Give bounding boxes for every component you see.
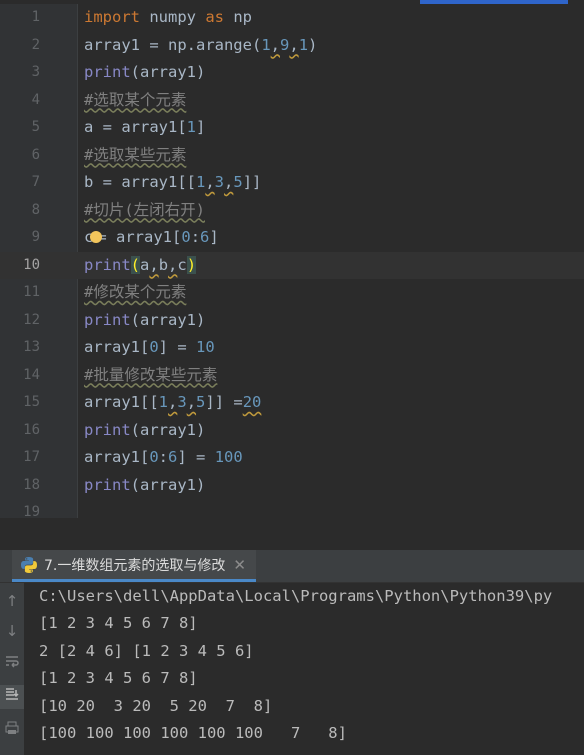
- code-line-6[interactable]: 6 #选取某些元素: [0, 142, 584, 170]
- code-line-4[interactable]: 4 #选取某个元素: [0, 87, 584, 115]
- line-number: 4: [31, 91, 40, 108]
- console-line: 2 [2 4 6] [1 2 3 4 5 6]: [39, 642, 254, 660]
- code-text[interactable]: import numpy as np: [84, 4, 252, 32]
- line-number: 5: [31, 119, 40, 135]
- code-line-14[interactable]: 14 #批量修改某些元素: [0, 362, 584, 390]
- code-text[interactable]: array1 = np.arange(1,9,1): [84, 32, 317, 60]
- soft-wrap-icon[interactable]: [0, 653, 24, 677]
- code-comment[interactable]: #批量修改某些元素: [84, 362, 217, 390]
- print-icon[interactable]: [0, 719, 24, 743]
- lightbulb-icon[interactable]: [90, 230, 103, 243]
- code-text[interactable]: b = array1[[1,3,5]]: [84, 169, 261, 197]
- line-number: 6: [31, 146, 40, 163]
- line-number: 12: [23, 311, 40, 328]
- code-text[interactable]: array1[0:6] = 100: [84, 444, 243, 472]
- code-line-17[interactable]: 17 array1[0:6] = 100: [0, 444, 584, 472]
- code-comment[interactable]: #切片(左闭右开): [84, 197, 205, 225]
- line-number: 7: [31, 174, 40, 190]
- python-icon: [21, 556, 37, 573]
- line-number: 10: [23, 256, 40, 273]
- console-line: [1 2 3 4 5 6 7 8]: [39, 614, 198, 632]
- code-line-7[interactable]: 7 b = array1[[1,3,5]]: [0, 169, 584, 197]
- line-number: 8: [31, 201, 40, 218]
- line-number: 15: [23, 394, 40, 410]
- code-line-3[interactable]: 3 print(array1): [0, 59, 584, 87]
- line-number: 9: [31, 229, 40, 245]
- line-number: 18: [23, 476, 40, 493]
- line-number: 19: [23, 504, 40, 518]
- scroll-to-end-icon[interactable]: [0, 685, 24, 709]
- run-tool-window-header: 7.一维数组元素的选取与修改 ✕: [0, 550, 584, 583]
- console-line: [100 100 100 100 100 100 7 8]: [39, 724, 347, 742]
- code-comment[interactable]: #修改某个元素: [84, 279, 186, 307]
- code-line-1[interactable]: 1 import numpy as np: [0, 4, 584, 32]
- code-line-15[interactable]: 15 array1[[1,3,5]] =20: [0, 389, 584, 417]
- line-number: 1: [31, 9, 40, 25]
- close-icon[interactable]: ✕: [233, 556, 246, 574]
- code-text[interactable]: print(array1): [84, 307, 205, 335]
- code-text[interactable]: print(array1): [84, 59, 205, 87]
- code-comment[interactable]: #选取某个元素: [84, 87, 186, 115]
- line-number: 17: [23, 449, 40, 465]
- code-text[interactable]: print(array1): [84, 417, 205, 445]
- console-line: [1 2 3 4 5 6 7 8]: [39, 669, 198, 687]
- code-text[interactable]: print(array1): [84, 472, 205, 500]
- line-number: 14: [23, 366, 40, 383]
- code-text[interactable]: array1[0] = 10: [84, 334, 215, 362]
- run-toolbar: ↑ ↓: [0, 583, 24, 755]
- code-line-16[interactable]: 16 print(array1): [0, 417, 584, 445]
- line-number: 11: [23, 284, 40, 300]
- console-output[interactable]: C:\Users\dell\AppData\Local\Programs\Pyt…: [24, 583, 584, 755]
- code-line-11[interactable]: 11 #修改某个元素: [0, 279, 584, 307]
- code-text[interactable]: a = array1[1]: [84, 114, 205, 142]
- code-text[interactable]: print(a,b,c): [84, 252, 197, 280]
- console-line: C:\Users\dell\AppData\Local\Programs\Pyt…: [39, 587, 553, 605]
- line-number: 3: [31, 64, 40, 80]
- line-number: 2: [31, 36, 40, 53]
- code-line-12[interactable]: 12 print(array1): [0, 307, 584, 335]
- run-tab[interactable]: 7.一维数组元素的选取与修改 ✕: [12, 550, 256, 582]
- arrow-down-icon[interactable]: ↓: [0, 619, 24, 643]
- code-line-19[interactable]: 19: [0, 499, 584, 518]
- code-line-13[interactable]: 13 array1[0] = 10: [0, 334, 584, 362]
- code-line-5[interactable]: 5 a = array1[1]: [0, 114, 584, 142]
- code-line-8[interactable]: 8 #切片(左闭右开): [0, 197, 584, 225]
- run-tab-label: 7.一维数组元素的选取与修改: [44, 557, 226, 574]
- code-comment[interactable]: #选取某些元素: [84, 142, 186, 170]
- code-text[interactable]: array1[[1,3,5]] =20: [84, 389, 261, 417]
- code-line-2[interactable]: 2 array1 = np.arange(1,9,1): [0, 32, 584, 60]
- line-number: 16: [23, 421, 40, 438]
- code-text[interactable]: c = array1[0:6]: [84, 224, 219, 252]
- code-line-9[interactable]: 9 c = array1[0:6]: [0, 224, 584, 252]
- code-line-10[interactable]: 10 print(a,b,c): [0, 251, 584, 280]
- line-number: 13: [23, 339, 40, 355]
- panel-divider[interactable]: [0, 518, 584, 550]
- arrow-up-icon[interactable]: ↑: [0, 589, 24, 613]
- code-line-18[interactable]: 18 print(array1): [0, 472, 584, 500]
- console-line: [10 20 3 20 5 20 7 8]: [39, 697, 273, 715]
- code-editor[interactable]: 1 import numpy as np 2 array1 = np.arang…: [0, 0, 584, 518]
